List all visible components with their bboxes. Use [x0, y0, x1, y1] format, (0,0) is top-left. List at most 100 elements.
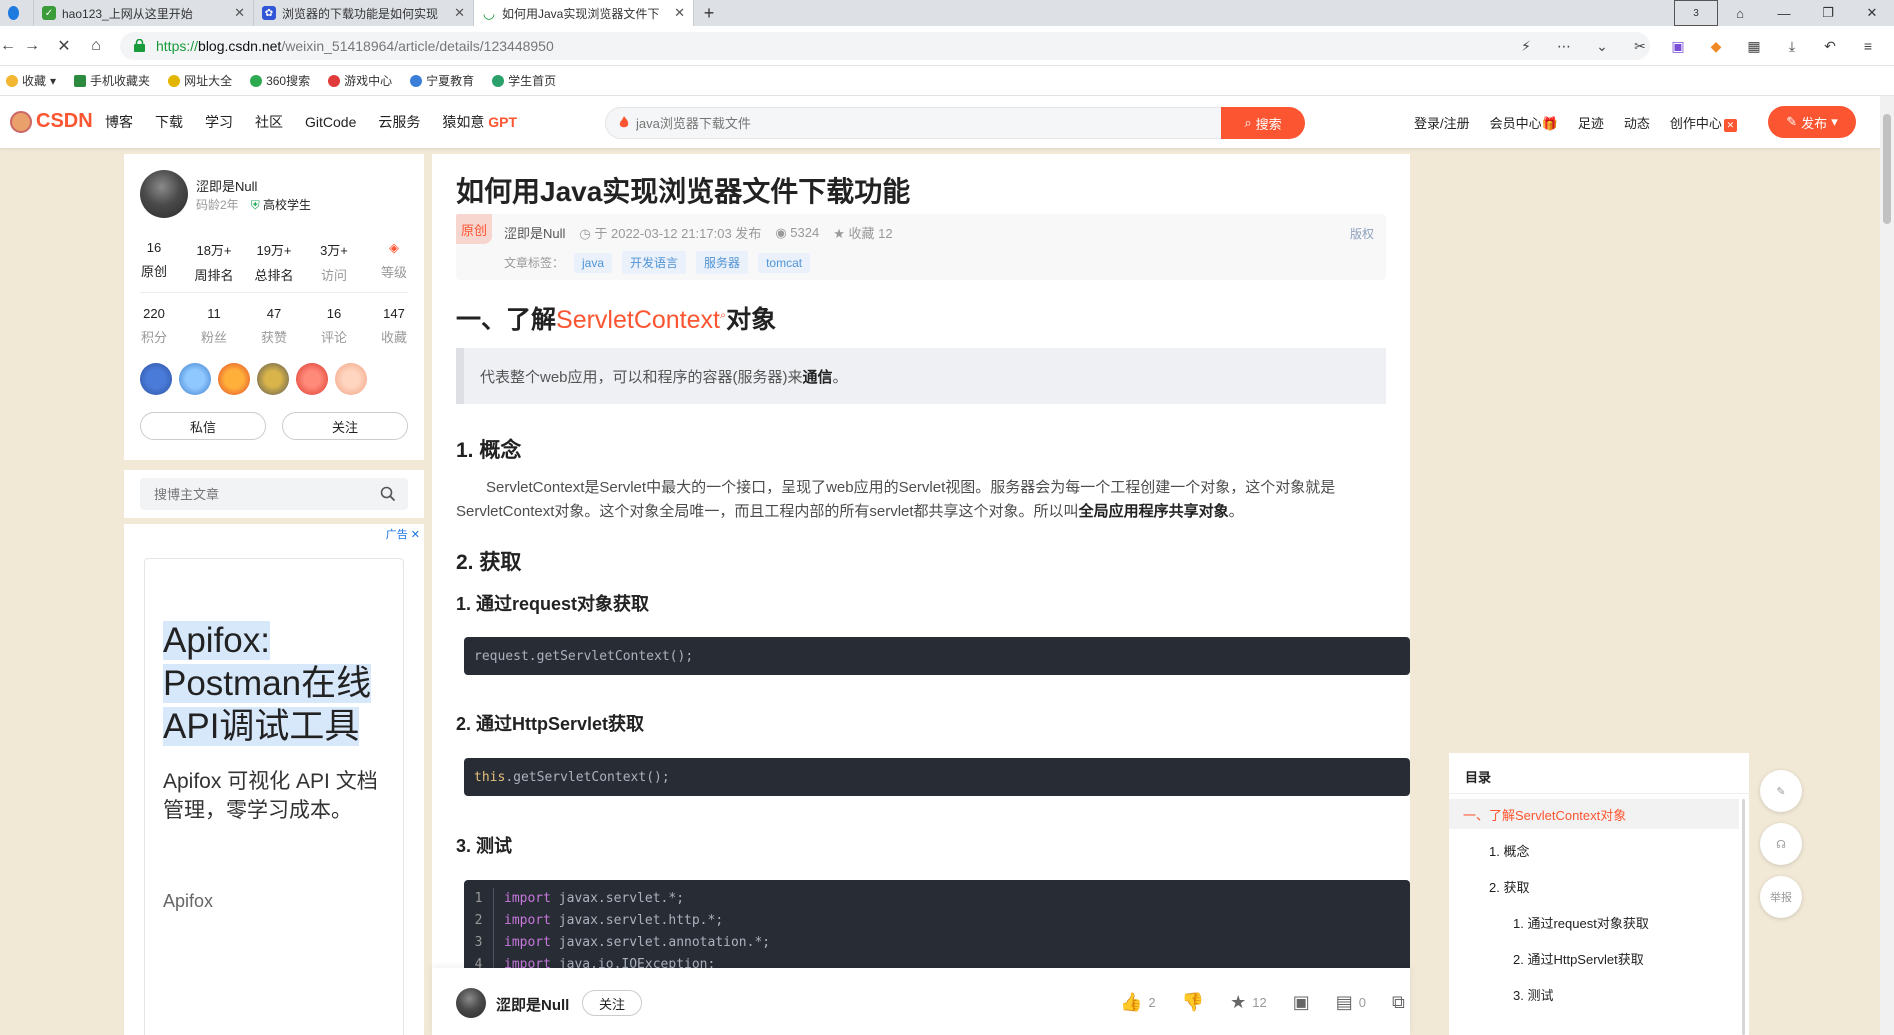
site-search-input[interactable] — [605, 107, 1225, 139]
bookmark-360search[interactable]: 360搜索 — [250, 72, 310, 89]
restore-button[interactable]: ❐ — [1806, 0, 1850, 26]
search-icon[interactable] — [380, 486, 396, 502]
undo-icon[interactable]: ↶ — [1818, 34, 1842, 58]
servletcontext-keyword-link[interactable]: ServletContext — [556, 306, 720, 334]
home-button[interactable]: ⌂ — [84, 34, 108, 58]
tag-java[interactable]: java — [574, 252, 613, 273]
nav-gitcode[interactable]: GitCode — [305, 114, 356, 130]
code-block-request[interactable]: request.getServletContext(); — [464, 637, 1410, 675]
tag-server[interactable]: 服务器 — [696, 251, 749, 274]
minimize-button[interactable]: — — [1762, 0, 1806, 26]
bookmark-ningxia-edu[interactable]: 宁夏教育 — [410, 72, 474, 89]
favorite-button[interactable]: ★ 12 — [1230, 992, 1267, 1013]
game-icon[interactable]: ◆ — [1704, 34, 1728, 58]
translate-icon[interactable]: ▣ — [1666, 34, 1690, 58]
scrollbar-thumb[interactable] — [1883, 114, 1891, 224]
scissors-icon[interactable]: ✂ — [1628, 34, 1652, 58]
tab-close-icon[interactable]: ✕ — [234, 5, 245, 21]
stat-total-rank[interactable]: 19万+ 总排名 — [244, 240, 304, 284]
close-window-button[interactable]: ✕ — [1850, 0, 1894, 26]
code-block-test[interactable]: 1 2 3 4 import javax.servlet.*; import j… — [464, 880, 1410, 980]
tag-tomcat[interactable]: tomcat — [758, 252, 811, 273]
gift-medal-icon[interactable] — [218, 363, 250, 395]
shirt-skin-icon[interactable]: ⌂ — [1718, 0, 1762, 26]
toc-item[interactable]: 1. 通过request对象获取 — [1449, 907, 1739, 937]
badge-medal-icon[interactable] — [257, 363, 289, 395]
headset-icon[interactable]: ☊ — [1760, 823, 1802, 865]
bookmark-favorites[interactable]: 收藏 ▾ — [6, 72, 56, 89]
nav-download[interactable]: 下载 — [155, 112, 183, 132]
follow-button[interactable]: 关注 — [282, 412, 408, 440]
back-button[interactable]: ← — [0, 34, 20, 58]
code-block-httpservlet[interactable]: this .getServletContext(); — [464, 758, 1410, 796]
nav-learn[interactable]: 学习 — [205, 112, 233, 132]
more-icon[interactable]: ⋯ — [1552, 34, 1576, 58]
url-field[interactable]: https://blog.csdn.net/weixin_51418964/ar… — [120, 32, 1650, 60]
vip-center-link[interactable]: 会员中心🎁 — [1490, 113, 1558, 132]
stat-fans[interactable]: 11 粉丝 — [184, 306, 244, 346]
apps-grid-icon[interactable]: ▦ — [1742, 34, 1766, 58]
tab-close-icon[interactable]: ✕ — [454, 5, 465, 21]
copyright-link[interactable]: 版权 — [1350, 225, 1374, 242]
bookmark-mobile[interactable]: 手机收藏夹 — [74, 72, 150, 89]
toc-item[interactable]: 1. 概念 — [1449, 835, 1739, 865]
toc-item[interactable]: 2. 通过HttpServlet获取 — [1449, 943, 1739, 973]
footprint-link[interactable]: 足迹 — [1578, 113, 1604, 132]
activity-link[interactable]: 动态 — [1624, 113, 1650, 132]
menu-icon[interactable]: ≡ — [1856, 34, 1880, 58]
nav-cloud[interactable]: 云服务 — [378, 112, 420, 132]
like-button[interactable]: 👍 2 — [1120, 992, 1156, 1013]
toc-item[interactable]: 2. 获取 — [1449, 871, 1739, 901]
toolbar-author[interactable]: 涩即是Null — [496, 994, 569, 1015]
bookmark-sites[interactable]: 网址大全 — [168, 72, 232, 89]
ad-tag[interactable]: 广告 ✕ — [386, 526, 420, 542]
avatar[interactable] — [456, 988, 486, 1018]
blogger-search-input[interactable] — [140, 478, 408, 510]
toc-scrollbar[interactable] — [1742, 799, 1745, 1035]
browser-menu-icon[interactable] — [0, 0, 34, 26]
pen-medal-icon[interactable] — [296, 363, 328, 395]
search-button[interactable]: ⌕ 搜索 — [1221, 107, 1305, 139]
stop-loading-button[interactable]: ✕ — [52, 34, 76, 58]
meta-author[interactable]: 涩即是Null — [504, 223, 565, 242]
download-icon[interactable]: ⤓ — [1780, 34, 1804, 58]
book-medal-icon[interactable] — [179, 363, 211, 395]
forward-button[interactable]: → — [20, 34, 44, 58]
mascot-medal-icon[interactable] — [335, 363, 367, 395]
stat-level[interactable]: ◈ 等级 — [364, 240, 424, 284]
tab-close-icon[interactable]: ✕ — [674, 5, 685, 21]
reward-button[interactable]: ▣ — [1293, 992, 1310, 1013]
stat-week-rank[interactable]: 18万+ 周排名 — [184, 240, 244, 284]
bookmark-student[interactable]: 学生首页 — [492, 72, 556, 89]
stat-original[interactable]: 16 原创 — [124, 240, 184, 284]
tab-browser-download[interactable]: ✿ 浏览器的下载功能是如何实现 ✕ — [254, 0, 474, 26]
nav-blog[interactable]: 博客 — [105, 112, 133, 132]
toolbar-follow-button[interactable]: 关注 — [582, 990, 642, 1016]
tab-java-download[interactable]: ◡ 如何用Java实现浏览器文件下 ✕ — [474, 0, 694, 26]
new-tab-button[interactable]: + — [694, 0, 724, 26]
chevron-down-icon[interactable]: ⌄ — [1590, 34, 1614, 58]
avatar[interactable] — [140, 170, 188, 218]
message-button[interactable]: 私信 — [140, 412, 266, 440]
csdn-logo[interactable]: CSDN — [10, 110, 93, 133]
edit-icon[interactable]: ✎ — [1760, 770, 1802, 812]
tag-dev-language[interactable]: 开发语言 — [622, 251, 687, 274]
ad-card[interactable]: Apifox: Postman在线 API调试工具 Apifox 可视化 API… — [144, 558, 404, 1035]
dislike-button[interactable]: 👎 — [1182, 992, 1204, 1013]
author-name[interactable]: 涩即是Null — [196, 176, 257, 195]
report-button[interactable]: 举报 — [1760, 876, 1802, 918]
tab-hao123[interactable]: ✓ hao123_上网从这里开始 ✕ — [34, 0, 254, 26]
page-scrollbar[interactable] — [1880, 96, 1894, 1035]
bookmark-games[interactable]: 游戏中心 — [328, 72, 392, 89]
lightning-icon[interactable]: ⚡ — [1514, 34, 1538, 58]
tab-count-badge[interactable]: 3 — [1674, 0, 1718, 26]
toc-item[interactable]: 3. 测试 — [1449, 979, 1739, 1009]
nav-community[interactable]: 社区 — [255, 112, 283, 132]
nav-yuanruyi[interactable]: 猿如意 GPT — [442, 112, 517, 132]
favorite-count[interactable]: ★ 收藏 12 — [833, 223, 892, 242]
comment-button[interactable]: ▤ 0 — [1336, 992, 1366, 1013]
publish-button[interactable]: ✎ 发布 ▾ — [1768, 106, 1856, 138]
share-button[interactable]: ⧉ — [1392, 992, 1405, 1013]
login-link[interactable]: 登录/注册 — [1414, 113, 1470, 132]
toc-item[interactable]: 一、了解ServletContext对象 — [1449, 799, 1739, 829]
